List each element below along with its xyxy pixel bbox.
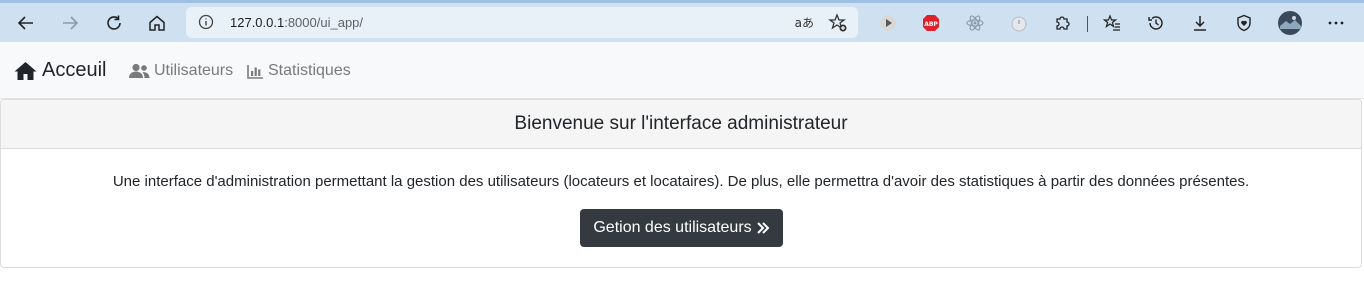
app-navbar: Acceuil Utilisateurs Statistiques <box>0 42 1364 99</box>
bar-chart-icon <box>247 64 263 79</box>
nav-link-statistics[interactable]: Statistiques <box>247 62 351 80</box>
adblock-label: ABP <box>924 21 938 28</box>
arrow-left-icon <box>17 15 33 30</box>
home-icon <box>149 15 165 31</box>
back-button[interactable] <box>10 3 42 42</box>
brand-label: Acceuil <box>42 59 107 81</box>
home-button[interactable] <box>141 3 173 42</box>
welcome-card: Bienvenue sur l'interface administrateur… <box>0 99 1362 268</box>
adblock-button[interactable]: ABP <box>915 3 947 42</box>
card-title: Bienvenue sur l'interface administrateur <box>1 100 1361 149</box>
arrow-right-icon <box>63 15 79 30</box>
users-icon <box>129 63 150 78</box>
favorites-list-icon <box>1103 13 1120 31</box>
translate-icon[interactable]: aあ <box>795 14 814 31</box>
manage-users-button-label: Getion des utilisateurs <box>593 219 752 236</box>
toolbar-divider <box>1087 16 1088 32</box>
manage-users-button[interactable]: Getion des utilisateurs <box>580 209 783 247</box>
profile-button[interactable] <box>1274 3 1306 42</box>
refresh-icon <box>107 15 121 30</box>
double-chevron-right-icon <box>756 222 770 234</box>
react-devtools-button[interactable] <box>959 3 991 42</box>
home-icon <box>14 61 37 80</box>
timer-extension-button[interactable] <box>1003 3 1035 42</box>
url-text[interactable]: 127.0.0.1:8000/ui_app/ <box>230 15 363 30</box>
browser-toolbar: 127.0.0.1:8000/ui_app/ aあ ABP <box>0 0 1364 42</box>
url-path: :8000/ui_app/ <box>284 15 364 30</box>
nav-users-label: Utilisateurs <box>154 62 234 79</box>
forward-button[interactable] <box>54 3 86 42</box>
browser-essentials-button[interactable] <box>1228 3 1260 42</box>
history-button[interactable] <box>1140 3 1172 42</box>
avatar <box>1278 10 1302 35</box>
info-icon[interactable] <box>198 14 214 30</box>
react-devtools-icon <box>966 14 984 31</box>
play-extension-button[interactable] <box>872 3 904 42</box>
extensions-button[interactable] <box>1047 3 1079 42</box>
url-host: 127.0.0.1 <box>230 15 285 30</box>
history-icon <box>1148 15 1163 30</box>
card-description: Une interface d'administration permettan… <box>112 173 1250 190</box>
settings-menu-button[interactable] <box>1320 3 1352 42</box>
shield-heart-icon <box>1237 14 1251 31</box>
adblock-plus-icon: ABP <box>923 14 939 31</box>
add-favorite-icon[interactable] <box>828 13 848 33</box>
extensions-puzzle-icon <box>1056 15 1070 30</box>
refresh-button[interactable] <box>98 3 130 42</box>
favorites-button[interactable] <box>1096 3 1128 42</box>
nav-statistics-label: Statistiques <box>268 62 351 79</box>
download-icon <box>1194 15 1206 31</box>
navbar-brand[interactable]: Acceuil <box>14 59 106 82</box>
play-extension-icon <box>880 14 896 31</box>
address-bar[interactable]: 127.0.0.1:8000/ui_app/ aあ <box>186 7 858 38</box>
timer-extension-icon <box>1011 16 1027 31</box>
more-options-icon <box>1328 21 1344 24</box>
nav-link-users[interactable]: Utilisateurs <box>129 62 233 80</box>
downloads-button[interactable] <box>1184 3 1216 42</box>
